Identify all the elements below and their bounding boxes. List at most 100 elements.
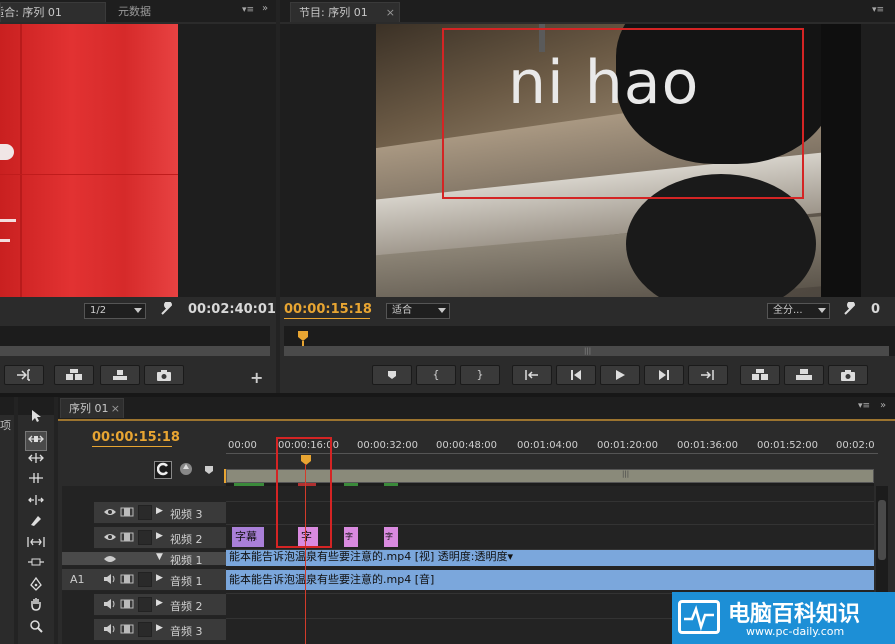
film-icon[interactable] xyxy=(120,506,134,521)
zoom-tool-icon[interactable] xyxy=(25,619,47,639)
audio-clip-a1[interactable]: 能本能告诉泡温泉有些要注意的.mp4 [音] xyxy=(226,570,874,590)
film-icon[interactable] xyxy=(120,531,134,546)
title-clip-4[interactable]: 字 xyxy=(384,527,398,547)
program-timecode: 00:00:15:18 xyxy=(284,302,372,317)
tab-source[interactable]: 源: 适合: 序列 01 xyxy=(0,2,106,22)
rate-stretch-tool-icon[interactable] xyxy=(25,493,47,513)
go-to-out-button[interactable] xyxy=(688,365,728,385)
speaker-icon[interactable] xyxy=(103,598,117,613)
razor-tool-icon[interactable] xyxy=(25,513,47,533)
pen-tool-icon[interactable] xyxy=(25,576,47,597)
add-marker-icon[interactable] xyxy=(204,465,214,478)
slide-tool-icon[interactable] xyxy=(25,555,47,575)
overwrite-lift-button[interactable] xyxy=(54,365,94,385)
overwrite-button[interactable] xyxy=(100,365,140,385)
hand-tool-icon[interactable] xyxy=(25,597,47,617)
slip-tool-icon[interactable] xyxy=(25,535,47,555)
tab-sequence[interactable]: 序列 01 × xyxy=(60,398,124,418)
marker-button[interactable] xyxy=(372,365,412,385)
track-name: 音频 2 xyxy=(170,600,203,613)
panel-expand-icon[interactable]: » xyxy=(880,400,886,411)
watermark-url: www.pc-daily.com xyxy=(746,625,845,638)
eye-icon[interactable] xyxy=(103,506,117,521)
video-clip-v1[interactable]: 能本能告诉泡温泉有些要注意的.mp4 [视] 透明度:透明度▾ xyxy=(226,550,874,566)
highlight-box-timeline xyxy=(276,437,332,548)
camera-icon[interactable] xyxy=(828,365,868,385)
track-header-audio3: ▶ 音频 3 xyxy=(94,619,226,641)
tab-source-label: 源: 适合: 序列 01 xyxy=(1,6,62,19)
fit-value: 适合 xyxy=(392,305,412,316)
step-forward-button[interactable] xyxy=(644,365,684,385)
step-back-button[interactable] xyxy=(556,365,596,385)
playhead-icon[interactable] xyxy=(298,331,308,341)
tab-program-label: 节目: 序列 01 xyxy=(299,6,368,19)
film-icon[interactable] xyxy=(120,573,134,588)
track-header-video2: ▶ 视频 2 xyxy=(94,527,226,549)
selection-tool-icon[interactable] xyxy=(25,409,47,429)
speaker-icon[interactable] xyxy=(103,573,117,588)
track-name: 音频 1 xyxy=(170,575,203,588)
fit-dropdown[interactable]: 适合 xyxy=(386,303,450,319)
ruler-tick-7: 00:01:52:00 xyxy=(757,440,819,451)
ruler-tick-8: 00:02:0 xyxy=(836,440,875,451)
track-name: 视频 3 xyxy=(170,508,203,521)
track-name: 视频 2 xyxy=(170,533,203,546)
speaker-icon[interactable] xyxy=(103,623,117,638)
source-scrub-bar[interactable] xyxy=(0,326,270,356)
film-icon[interactable] xyxy=(120,598,134,613)
track-name: 视频 1 xyxy=(170,554,203,566)
ruler-tick-5: 00:01:20:00 xyxy=(597,440,659,451)
quality-dropdown[interactable]: 全分... xyxy=(767,303,830,319)
clip-label: 字 xyxy=(385,532,393,541)
title-clip-3[interactable]: 字 xyxy=(344,527,358,547)
play-button[interactable] xyxy=(600,365,640,385)
tab-program[interactable]: 节目: 序列 01 × xyxy=(290,2,400,22)
snap-icon[interactable] xyxy=(154,461,172,479)
expand-arrow-icon[interactable]: ▶ xyxy=(156,598,163,608)
close-icon[interactable]: × xyxy=(111,399,120,418)
highlight-box-program xyxy=(442,28,804,199)
track-select-tool-icon[interactable] xyxy=(25,431,47,451)
title-clip-1[interactable]: 字幕 xyxy=(232,527,264,547)
timeline-timecode: 00:00:15:18 xyxy=(92,430,180,445)
sequence-marker-icon[interactable] xyxy=(178,461,194,480)
track-target-tag[interactable]: A1 xyxy=(70,573,85,586)
eye-icon[interactable] xyxy=(103,531,117,546)
expand-arrow-icon[interactable]: ▶ xyxy=(156,573,163,583)
monitor-logo-icon xyxy=(678,600,720,634)
add-button-icon[interactable]: + xyxy=(250,368,263,387)
expand-arrow-icon[interactable]: ▶ xyxy=(156,531,163,541)
program-scrub-bar[interactable]: ||| xyxy=(284,326,895,356)
mark-in-button[interactable]: { xyxy=(416,365,456,385)
insert-button[interactable] xyxy=(4,365,44,385)
tab-metadata-label: 元数据 xyxy=(118,5,151,18)
track-header-video1: ▼ 视频 1 xyxy=(62,552,226,566)
expand-arrow-icon[interactable]: ▶ xyxy=(156,623,163,633)
expand-arrow-icon[interactable]: ▶ xyxy=(156,506,163,516)
extract-button[interactable] xyxy=(784,365,824,385)
mark-out-button[interactable]: } xyxy=(460,365,500,385)
panel-menu-icon[interactable]: ▾≡ xyxy=(872,5,884,15)
track-name: 音频 3 xyxy=(170,625,203,638)
export-frame-button[interactable] xyxy=(144,365,184,385)
tab-metadata[interactable]: 元数据 xyxy=(110,2,220,22)
rolling-edit-tool-icon[interactable] xyxy=(25,471,47,491)
film-icon[interactable] xyxy=(120,623,134,638)
wrench-icon[interactable] xyxy=(843,301,857,319)
wrench-icon[interactable] xyxy=(160,301,174,319)
panel-menu-icon[interactable]: ▾≡ xyxy=(242,5,254,15)
resolution-dropdown[interactable]: 1/2 xyxy=(84,303,146,319)
close-icon[interactable]: × xyxy=(386,3,395,22)
ruler-tick-0: 00:00 xyxy=(228,440,257,451)
panel-expand-icon[interactable]: » xyxy=(262,3,268,14)
eye-icon[interactable] xyxy=(103,553,117,565)
panel-menu-icon[interactable]: ▾≡ xyxy=(858,401,870,411)
go-to-in-button[interactable] xyxy=(512,365,552,385)
track-header-audio1: A1 ▶ 音频 1 xyxy=(62,569,226,591)
resolution-value: 1/2 xyxy=(90,305,107,316)
project-tab-label: 项 xyxy=(0,419,11,432)
watermark-title: 电脑百科知识 xyxy=(728,602,861,627)
collapse-arrow-icon[interactable]: ▼ xyxy=(156,552,163,562)
ripple-edit-tool-icon[interactable] xyxy=(25,451,47,471)
lift-button[interactable] xyxy=(740,365,780,385)
